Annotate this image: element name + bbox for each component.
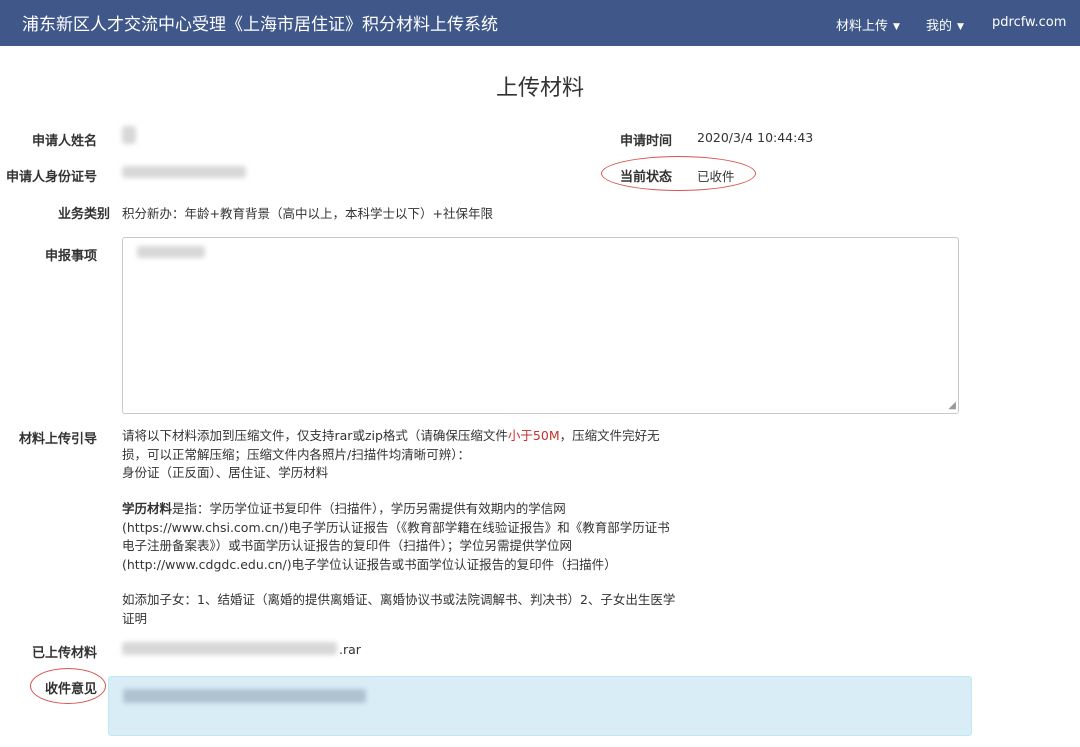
business-type-label: 业务类别 (58, 207, 111, 222)
guide-education-term: 学历材料 (122, 501, 173, 516)
guide-required-list: 身份证（正反面）、居住证、学历材料 (122, 465, 329, 480)
upload-guide-label: 材料上传引导 (19, 432, 98, 447)
status-highlight-annotation (601, 156, 756, 191)
top-navbar: 浦东新区人才交流中心受理《上海市居住证》积分材料上传系统 材料上传 ▼ 我的 ▼ p… (0, 0, 1080, 46)
applicant-id-redacted (122, 166, 246, 178)
uploaded-material-label: 已上传材料 (32, 646, 98, 661)
opinion-redacted (123, 689, 366, 703)
caret-down-icon: ▼ (957, 22, 964, 32)
matter-label: 申报事项 (45, 249, 98, 264)
system-title[interactable]: 浦东新区人才交流中心受理《上海市居住证》积分材料上传系统 (22, 10, 498, 35)
menu-mine[interactable]: 我的 ▼ (926, 15, 964, 34)
matter-redacted (137, 246, 205, 258)
receipt-opinion-box (108, 676, 972, 736)
applicant-name-redacted (122, 126, 136, 144)
applicant-id-label: 申请人身份证号 (6, 170, 98, 185)
business-type-value: 积分新办：年龄+教育背景（高中以上，本科学士以下）+社保年限 (122, 206, 493, 221)
uploaded-filename-redacted (122, 642, 337, 655)
apply-time-value: 2020/3/4 10:44:43 (697, 130, 814, 145)
opinion-highlight-annotation (30, 668, 106, 704)
guide-size-limit: 小于50M (507, 428, 560, 443)
page-title: 上传材料 (495, 76, 584, 101)
guide-education-text: 是指：学历学位证书复印件（扫描件），学历另需提供有效期内的学信网(https:/… (122, 501, 670, 572)
menu-material-upload[interactable]: 材料上传 ▼ (836, 15, 900, 34)
site-link[interactable]: pdrcfw.com (992, 15, 1066, 30)
caret-down-icon: ▼ (893, 22, 900, 32)
matter-textarea[interactable]: ◢ (122, 237, 959, 414)
upload-guide-paragraph-1: 请将以下材料添加到压缩文件，仅支持rar或zip格式（请确保压缩文件小于50M，… (122, 427, 682, 483)
guide-p1-text: 请将以下材料添加到压缩文件，仅支持rar或zip格式（请确保压缩文件 (122, 428, 508, 443)
applicant-name-label: 申请人姓名 (32, 134, 98, 149)
upload-guide-paragraph-2: 学历材料是指：学历学位证书复印件（扫描件），学历另需提供有效期内的学信网(htt… (122, 500, 682, 574)
apply-time-label: 申请时间 (620, 134, 673, 149)
resize-grip-icon[interactable]: ◢ (948, 401, 956, 411)
uploaded-file-extension[interactable]: .rar (339, 642, 361, 657)
guide-children-text: 如添加子女：1、结婚证（离婚的提供离婚证、离婚协议书或法院调解书、判决书）2、子… (122, 592, 676, 626)
menu-mine-label: 我的 (926, 19, 953, 34)
upload-guide-paragraph-3: 如添加子女：1、结婚证（离婚的提供离婚证、离婚协议书或法院调解书、判决书）2、子… (122, 591, 682, 628)
menu-material-upload-label: 材料上传 (836, 19, 889, 34)
